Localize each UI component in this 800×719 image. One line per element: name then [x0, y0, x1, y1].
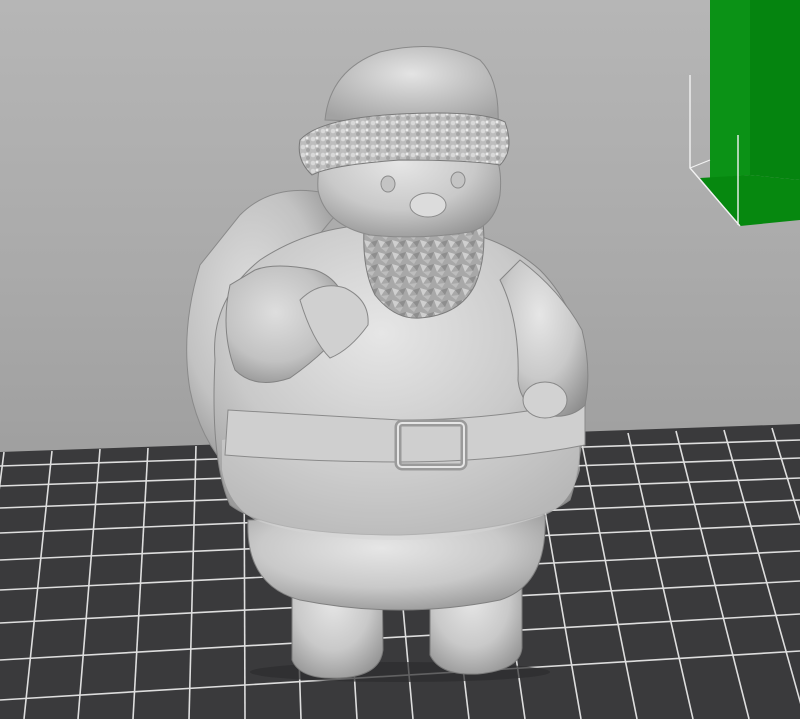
scene-canvas[interactable]: [0, 0, 800, 719]
3d-viewport[interactable]: [0, 0, 800, 719]
nose: [409, 192, 447, 218]
build-volume-corner: [689, 0, 800, 227]
right-eye: [450, 171, 466, 189]
left-eye: [380, 175, 396, 193]
